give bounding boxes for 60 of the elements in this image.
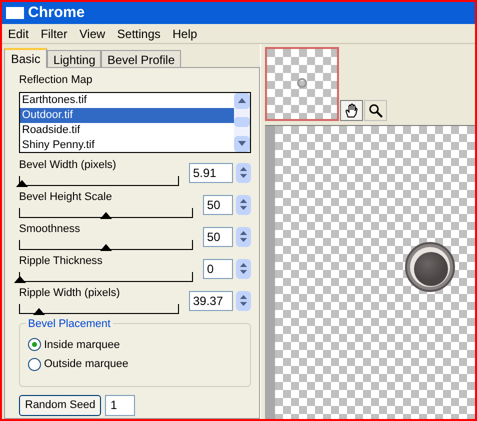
value-field[interactable]: 50 bbox=[203, 194, 233, 214]
magnifier-icon bbox=[368, 103, 383, 118]
menu-item[interactable]: Filter bbox=[34, 24, 74, 42]
up-arrow-icon bbox=[238, 98, 246, 103]
value-field[interactable]: 39.37 bbox=[189, 290, 233, 310]
hand-tool-button[interactable] bbox=[340, 100, 363, 121]
up-arrow-icon bbox=[240, 263, 247, 267]
down-arrow-icon bbox=[238, 141, 246, 146]
up-arrow-icon bbox=[240, 167, 247, 171]
down-arrow-icon bbox=[240, 206, 247, 210]
down-arrow-icon bbox=[240, 270, 247, 274]
list-item[interactable]: Earthtones.tif bbox=[20, 92, 234, 108]
slider-thumb[interactable] bbox=[16, 180, 28, 188]
menu-item[interactable]: Help bbox=[166, 24, 204, 42]
menu-item[interactable]: View bbox=[73, 24, 112, 42]
list-item[interactable]: Shiny Penny.tif bbox=[20, 138, 234, 152]
up-arrow-icon bbox=[240, 231, 247, 235]
window-icon bbox=[6, 7, 24, 19]
tab[interactable]: Bevel Profile bbox=[101, 50, 181, 67]
up-arrow-icon bbox=[240, 199, 247, 203]
slider-label: Bevel Height Scale bbox=[19, 190, 113, 205]
radio-label: Inside marquee bbox=[44, 338, 120, 352]
value-field[interactable]: 0 bbox=[203, 258, 233, 278]
slider-thumb[interactable] bbox=[100, 244, 112, 252]
scroll-up-button[interactable] bbox=[234, 92, 250, 108]
list-item[interactable]: Roadside.tif bbox=[20, 122, 234, 138]
radio-label: Outside marquee bbox=[44, 357, 128, 372]
radio-button[interactable] bbox=[28, 338, 41, 352]
slider-label: Bevel Width (pixels) bbox=[19, 158, 118, 173]
value-field[interactable]: 5.91 bbox=[189, 162, 233, 182]
down-arrow-icon bbox=[240, 174, 247, 178]
scroll-down-button[interactable] bbox=[234, 136, 250, 152]
hand-icon bbox=[344, 103, 359, 118]
down-arrow-icon bbox=[240, 238, 247, 242]
menu-item[interactable]: Edit bbox=[2, 24, 35, 42]
radio-button[interactable] bbox=[28, 358, 41, 371]
menu-item[interactable]: Settings bbox=[111, 24, 167, 42]
zoom-tool-button[interactable] bbox=[364, 100, 387, 121]
window-title: Chrome bbox=[28, 2, 85, 23]
tab[interactable]: Lighting bbox=[47, 50, 102, 67]
slider-label: Ripple Width (pixels) bbox=[19, 286, 121, 301]
spin-button[interactable] bbox=[236, 290, 251, 310]
seed-field[interactable]: 1 bbox=[105, 394, 136, 416]
slider-thumb[interactable] bbox=[100, 212, 112, 220]
spin-button[interactable] bbox=[236, 162, 251, 182]
value-field[interactable]: 50 bbox=[203, 226, 233, 246]
up-arrow-icon bbox=[240, 295, 247, 299]
scroll-thumb[interactable] bbox=[234, 117, 250, 127]
thumbnail-preview[interactable] bbox=[265, 47, 339, 121]
down-arrow-icon bbox=[240, 302, 247, 306]
random-seed-button[interactable]: Random Seed bbox=[19, 394, 102, 416]
spin-button[interactable] bbox=[236, 226, 251, 246]
slider-label: Smoothness bbox=[19, 222, 82, 237]
field-label: Reflection Map bbox=[19, 73, 94, 88]
list-item[interactable]: Outdoor.tif bbox=[20, 108, 234, 122]
spin-button[interactable] bbox=[236, 194, 251, 214]
spin-button[interactable] bbox=[236, 258, 251, 278]
slider-thumb[interactable] bbox=[14, 276, 26, 284]
slider-label: Ripple Thickness bbox=[19, 254, 104, 269]
tab[interactable]: Basic bbox=[4, 48, 48, 68]
